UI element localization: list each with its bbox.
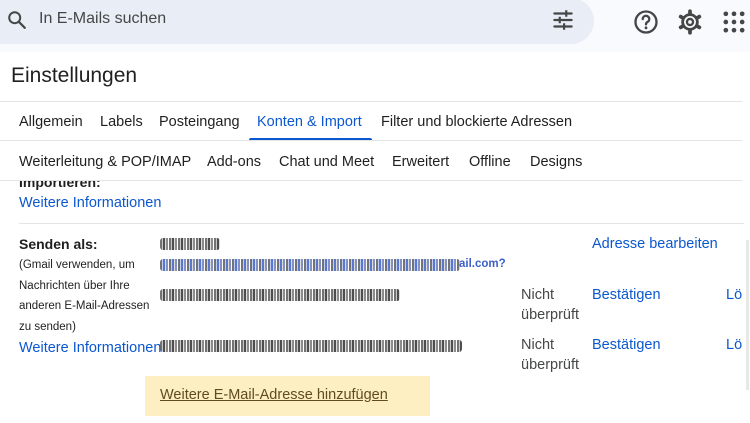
help-icon[interactable] xyxy=(632,8,660,36)
search-input[interactable]: In E-Mails suchen xyxy=(39,10,166,28)
send-as-description-line: (Gmail verwenden, um xyxy=(19,259,135,271)
status-label: Nicht xyxy=(521,287,555,303)
redacted-email xyxy=(160,259,460,271)
add-address-highlight: Weitere E-Mail-Adresse hinzufügen xyxy=(145,376,430,416)
send-as-description-line: zu senden) xyxy=(19,321,76,333)
divider xyxy=(0,101,742,102)
tab-themes[interactable]: Designs xyxy=(530,154,582,170)
tab-addons[interactable]: Add-ons xyxy=(207,154,261,170)
import-heading-clip: Importieren: xyxy=(19,181,219,191)
send-as-heading: Senden als: xyxy=(19,236,98,252)
tab-inbox[interactable]: Posteingang xyxy=(159,114,240,130)
email-suffix: ail.com? xyxy=(459,258,506,270)
divider xyxy=(19,223,744,224)
redacted-address xyxy=(160,340,462,352)
tab-chat-meet[interactable]: Chat und Meet xyxy=(279,154,374,170)
delete-link[interactable]: Lö xyxy=(726,337,742,353)
verify-link[interactable]: Bestätigen xyxy=(592,337,661,353)
send-as-description-line: anderen E-Mail-Adressen xyxy=(19,300,150,312)
divider xyxy=(0,140,742,141)
import-heading: Importieren: xyxy=(19,181,101,190)
send-as-description-line: Nachrichten über Ihre xyxy=(19,280,130,292)
gear-icon[interactable] xyxy=(676,8,704,36)
edit-address-link[interactable]: Adresse bearbeiten xyxy=(592,236,718,252)
status-label: Nicht xyxy=(521,337,555,353)
verify-link[interactable]: Bestätigen xyxy=(592,287,661,303)
search-icon[interactable] xyxy=(6,9,28,31)
delete-link[interactable]: Lö xyxy=(726,287,742,303)
status-label: überprüft xyxy=(521,357,580,373)
status-label: überprüft xyxy=(521,307,580,323)
top-bar: In E-Mails suchen xyxy=(0,0,750,52)
add-email-address-link[interactable]: Weitere E-Mail-Adresse hinzufügen xyxy=(160,387,388,403)
apps-grid-icon[interactable] xyxy=(720,8,748,36)
tab-filters[interactable]: Filter und blockierte Adressen xyxy=(381,114,572,130)
tab-advanced[interactable]: Erweitert xyxy=(392,154,449,170)
tab-labels[interactable]: Labels xyxy=(100,114,143,130)
tune-icon[interactable] xyxy=(550,7,576,33)
import-learn-more-link[interactable]: Weitere Informationen xyxy=(19,195,161,211)
tab-general[interactable]: Allgemein xyxy=(19,114,83,130)
search-bar[interactable]: In E-Mails suchen xyxy=(0,0,594,44)
tab-offline[interactable]: Offline xyxy=(469,154,511,170)
tab-accounts-import[interactable]: Konten & Import xyxy=(257,114,362,130)
scrollbar[interactable] xyxy=(746,240,749,390)
tab-forwarding[interactable]: Weiterleitung & POP/IMAP xyxy=(19,154,191,170)
send-as-learn-more-link[interactable]: Weitere Informationen xyxy=(19,340,161,356)
redacted-address xyxy=(160,289,400,301)
page-title: Einstellungen xyxy=(11,64,138,87)
redacted-name xyxy=(160,238,220,250)
